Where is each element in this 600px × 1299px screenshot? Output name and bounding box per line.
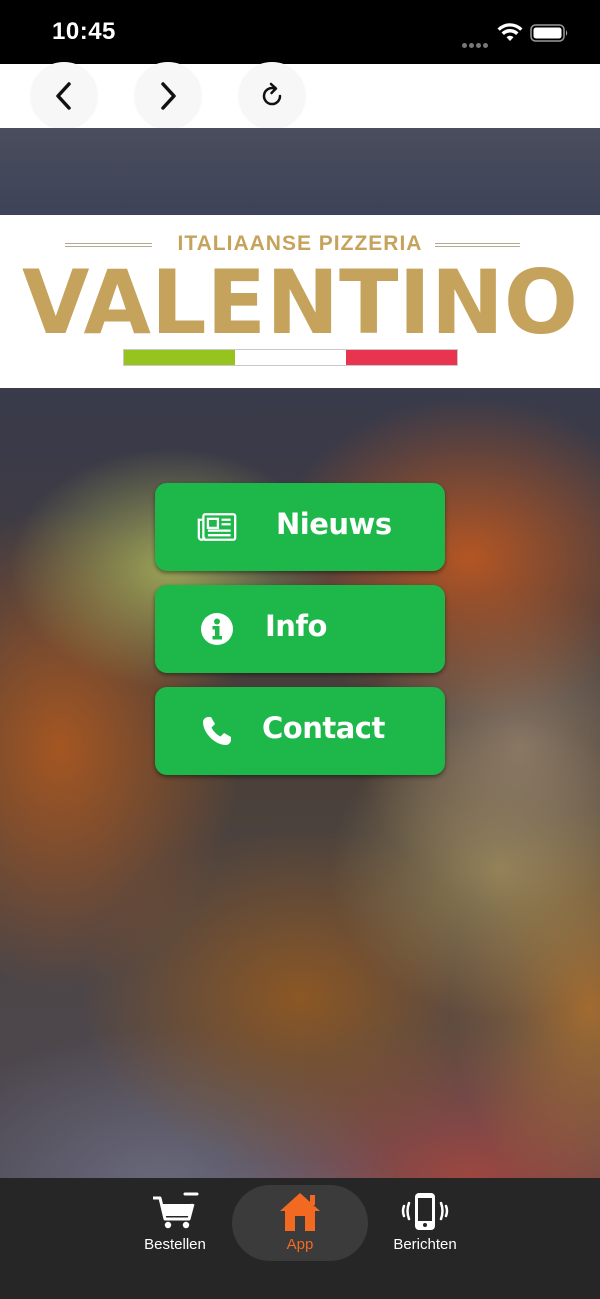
status-bar: 10:45 [0, 0, 600, 64]
tab-bar: Bestellen App Berichten [0, 1178, 600, 1299]
cellular-signal-icon [462, 35, 492, 48]
nieuws-label: Nieuws [276, 507, 392, 541]
italian-flag-stripe [123, 349, 458, 366]
logo-banner: ITALIAANSE PIZZERIA VALENTINO [0, 215, 600, 388]
tab-berichten-label: Berichten [393, 1236, 457, 1253]
tab-berichten[interactable]: Berichten [375, 1178, 475, 1268]
flag-red [346, 350, 457, 365]
nieuws-button[interactable]: Nieuws [155, 483, 445, 571]
back-button[interactable] [30, 62, 98, 130]
tab-bestellen-label: Bestellen [144, 1236, 206, 1253]
status-time: 10:45 [52, 18, 116, 45]
contact-button[interactable]: Contact [155, 687, 445, 775]
chevron-right-icon [161, 82, 176, 110]
tab-app-label: App [286, 1236, 314, 1253]
newspaper-icon [197, 507, 237, 547]
battery-icon [530, 24, 570, 47]
phone-icon [197, 711, 237, 751]
reload-icon [262, 82, 282, 106]
flag-green [124, 350, 235, 365]
phone-vibrate-icon [400, 1192, 450, 1237]
info-button[interactable]: Info [155, 585, 445, 673]
cart-icon [151, 1192, 199, 1235]
wifi-icon [497, 22, 523, 47]
contact-label: Contact [262, 711, 385, 745]
info-circle-icon [197, 609, 237, 649]
tab-app[interactable]: App [250, 1178, 350, 1268]
home-icon [277, 1190, 323, 1239]
chevron-left-icon [56, 82, 71, 110]
tab-bestellen[interactable]: Bestellen [125, 1178, 225, 1268]
flag-white [235, 350, 346, 365]
info-label: Info [265, 609, 327, 643]
forward-button[interactable] [134, 62, 202, 130]
svg-text:VALENTINO: VALENTINO [22, 251, 578, 347]
reload-button[interactable] [238, 62, 306, 130]
browser-toolbar [0, 62, 600, 130]
logo-title: VALENTINO [22, 251, 578, 347]
